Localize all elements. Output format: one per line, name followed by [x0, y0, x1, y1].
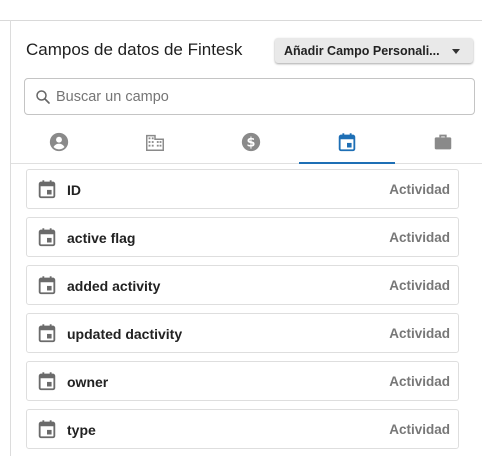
- field-name: type: [67, 422, 96, 438]
- calendar-icon: [38, 372, 56, 391]
- list-item[interactable]: added activity Actividad: [26, 265, 459, 305]
- field-category: Actividad: [389, 422, 450, 437]
- field-name: owner: [67, 374, 109, 390]
- search-box[interactable]: [24, 78, 475, 115]
- tab-deal[interactable]: $: [203, 120, 299, 163]
- person-icon: [49, 132, 69, 151]
- add-custom-field-button[interactable]: Añadir Campo Personali...: [275, 38, 473, 63]
- field-name: added activity: [67, 278, 161, 294]
- field-category: Actividad: [389, 326, 450, 341]
- building-icon: [146, 134, 164, 151]
- search-input[interactable]: [54, 87, 458, 106]
- list-item[interactable]: ID Actividad: [26, 169, 459, 209]
- top-strip: [0, 0, 482, 21]
- list-item[interactable]: owner Actividad: [26, 361, 459, 401]
- calendar-icon: [38, 180, 56, 199]
- field-category: Actividad: [389, 230, 450, 245]
- calendar-icon: [38, 228, 56, 247]
- tab-organization[interactable]: [107, 120, 203, 163]
- calendar-icon: [38, 420, 56, 439]
- search-icon: [36, 89, 50, 104]
- list-item[interactable]: updated dactivity Actividad: [26, 313, 459, 353]
- tab-activity[interactable]: [299, 120, 395, 164]
- field-name: ID: [67, 182, 81, 198]
- panel-title: Campos de datos de Fintesk: [26, 40, 243, 59]
- field-name: updated dactivity: [67, 326, 183, 342]
- list-item[interactable]: active flag Actividad: [26, 217, 459, 257]
- field-type-tabs: $: [11, 120, 482, 164]
- fields-panel: Campos de datos de Fintesk Añadir Campo …: [11, 21, 482, 456]
- caret-down-icon: [452, 49, 460, 54]
- list-item[interactable]: type Actividad: [26, 409, 459, 449]
- field-name: active flag: [67, 230, 136, 246]
- field-category: Actividad: [389, 278, 450, 293]
- briefcase-icon: [434, 134, 452, 149]
- dollar-icon: $: [241, 132, 261, 151]
- svg-text:$: $: [247, 135, 256, 150]
- field-category: Actividad: [389, 374, 450, 389]
- field-category: Actividad: [389, 182, 450, 197]
- calendar-icon: [338, 132, 356, 151]
- tab-product[interactable]: [395, 120, 482, 163]
- calendar-icon: [38, 324, 56, 343]
- add-custom-field-label: Añadir Campo Personali...: [284, 43, 440, 58]
- tab-person[interactable]: [11, 120, 107, 163]
- calendar-icon: [38, 276, 56, 295]
